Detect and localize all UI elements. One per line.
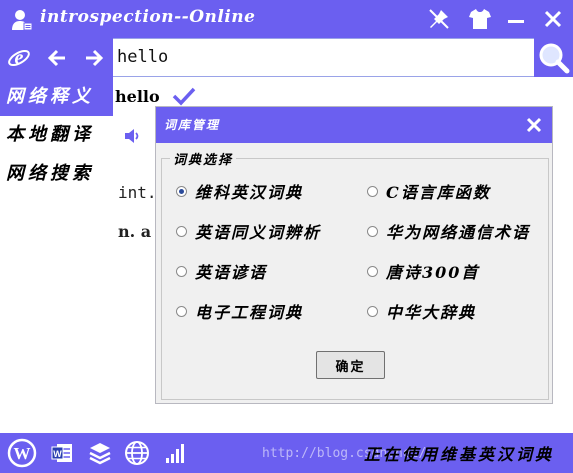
definition-line-2: n. a <box>118 222 152 241</box>
status-text: 正在使用维基英汉词典 <box>364 445 555 464</box>
svg-text:W: W <box>53 449 62 459</box>
option-dictionary-1[interactable]: C语言库函数 <box>367 179 491 203</box>
speaker-icon[interactable] <box>123 127 143 149</box>
option-label: 唐诗300首 <box>386 263 480 282</box>
search-box <box>113 38 534 77</box>
title-bar: introspection--Online <box>0 0 573 38</box>
option-label: 电子工程词典 <box>195 303 304 322</box>
nav-bar: e <box>0 38 113 78</box>
option-dictionary-4[interactable]: 英语谚语 <box>176 259 267 283</box>
option-label: 华为网络通信术语 <box>386 223 531 242</box>
dialog-header: 词库管理 <box>156 107 552 143</box>
radio-button[interactable] <box>176 265 187 277</box>
option-label: 英语同义词辨析 <box>195 223 322 242</box>
dialog-close-icon[interactable] <box>521 112 547 138</box>
option-dictionary-3[interactable]: 华为网络通信术语 <box>367 219 530 243</box>
option-dictionary-0[interactable]: 维科英汉词典 <box>176 179 303 203</box>
ie-icon[interactable]: e <box>4 43 34 73</box>
signal-bars-icon[interactable] <box>159 438 191 468</box>
user-icon <box>10 8 34 32</box>
option-dictionary-6[interactable]: 电子工程词典 <box>176 299 303 323</box>
dialog-title: 词库管理 <box>164 118 221 132</box>
window-title: introspection--Online <box>40 7 256 27</box>
globe-icon[interactable] <box>121 438 153 468</box>
sidebar-item-web-definition[interactable]: 网络释义 <box>0 78 113 116</box>
search-button[interactable] <box>534 38 573 77</box>
radio-button[interactable] <box>367 185 378 197</box>
option-label: 中华大辞典 <box>386 303 477 322</box>
radio-button[interactable] <box>176 225 187 237</box>
radio-button[interactable] <box>176 185 187 197</box>
search-input[interactable] <box>117 45 517 69</box>
layers-icon[interactable] <box>84 438 116 468</box>
radio-button[interactable] <box>367 265 378 277</box>
sidebar-item-local-translation[interactable]: 本地翻译 <box>0 116 113 154</box>
svg-text:W: W <box>14 444 31 463</box>
tshirt-icon[interactable] <box>465 4 495 34</box>
result-word: hello <box>115 87 160 106</box>
option-dictionary-5[interactable]: 唐诗300首 <box>367 259 479 283</box>
pin-off-icon[interactable] <box>424 4 454 34</box>
radio-button[interactable] <box>176 305 187 317</box>
option-dictionary-2[interactable]: 英语同义词辨析 <box>176 219 321 243</box>
option-label: 维科英汉词典 <box>195 183 304 202</box>
definition-line-1: int. <box>118 183 157 202</box>
word-doc-icon[interactable]: W <box>46 438 78 468</box>
option-label: 英语谚语 <box>195 263 268 282</box>
wordpress-icon[interactable]: W <box>6 438 38 468</box>
radio-button[interactable] <box>367 225 378 237</box>
group-label: 词典选择 <box>170 149 237 168</box>
radio-button[interactable] <box>367 305 378 317</box>
sidebar: 网络释义 本地翻译 网络搜索 <box>0 78 113 433</box>
option-dictionary-7[interactable]: 中华大辞典 <box>367 299 476 323</box>
svg-text:e: e <box>15 47 24 69</box>
back-arrow-icon[interactable] <box>42 43 72 73</box>
search-icon <box>539 43 569 73</box>
option-label: C语言库函数 <box>386 183 491 202</box>
forward-arrow-icon[interactable] <box>79 43 109 73</box>
ok-button[interactable]: 确定 <box>316 351 385 379</box>
close-icon[interactable] <box>538 4 568 34</box>
sidebar-item-web-search[interactable]: 网络搜索 <box>0 155 113 193</box>
dictionary-manager-dialog: 词库管理 词典选择 维科英汉词典 C语言库函数 英语同义词辨析 华为网络通信术语 <box>155 106 553 404</box>
minimize-icon[interactable] <box>501 4 531 34</box>
